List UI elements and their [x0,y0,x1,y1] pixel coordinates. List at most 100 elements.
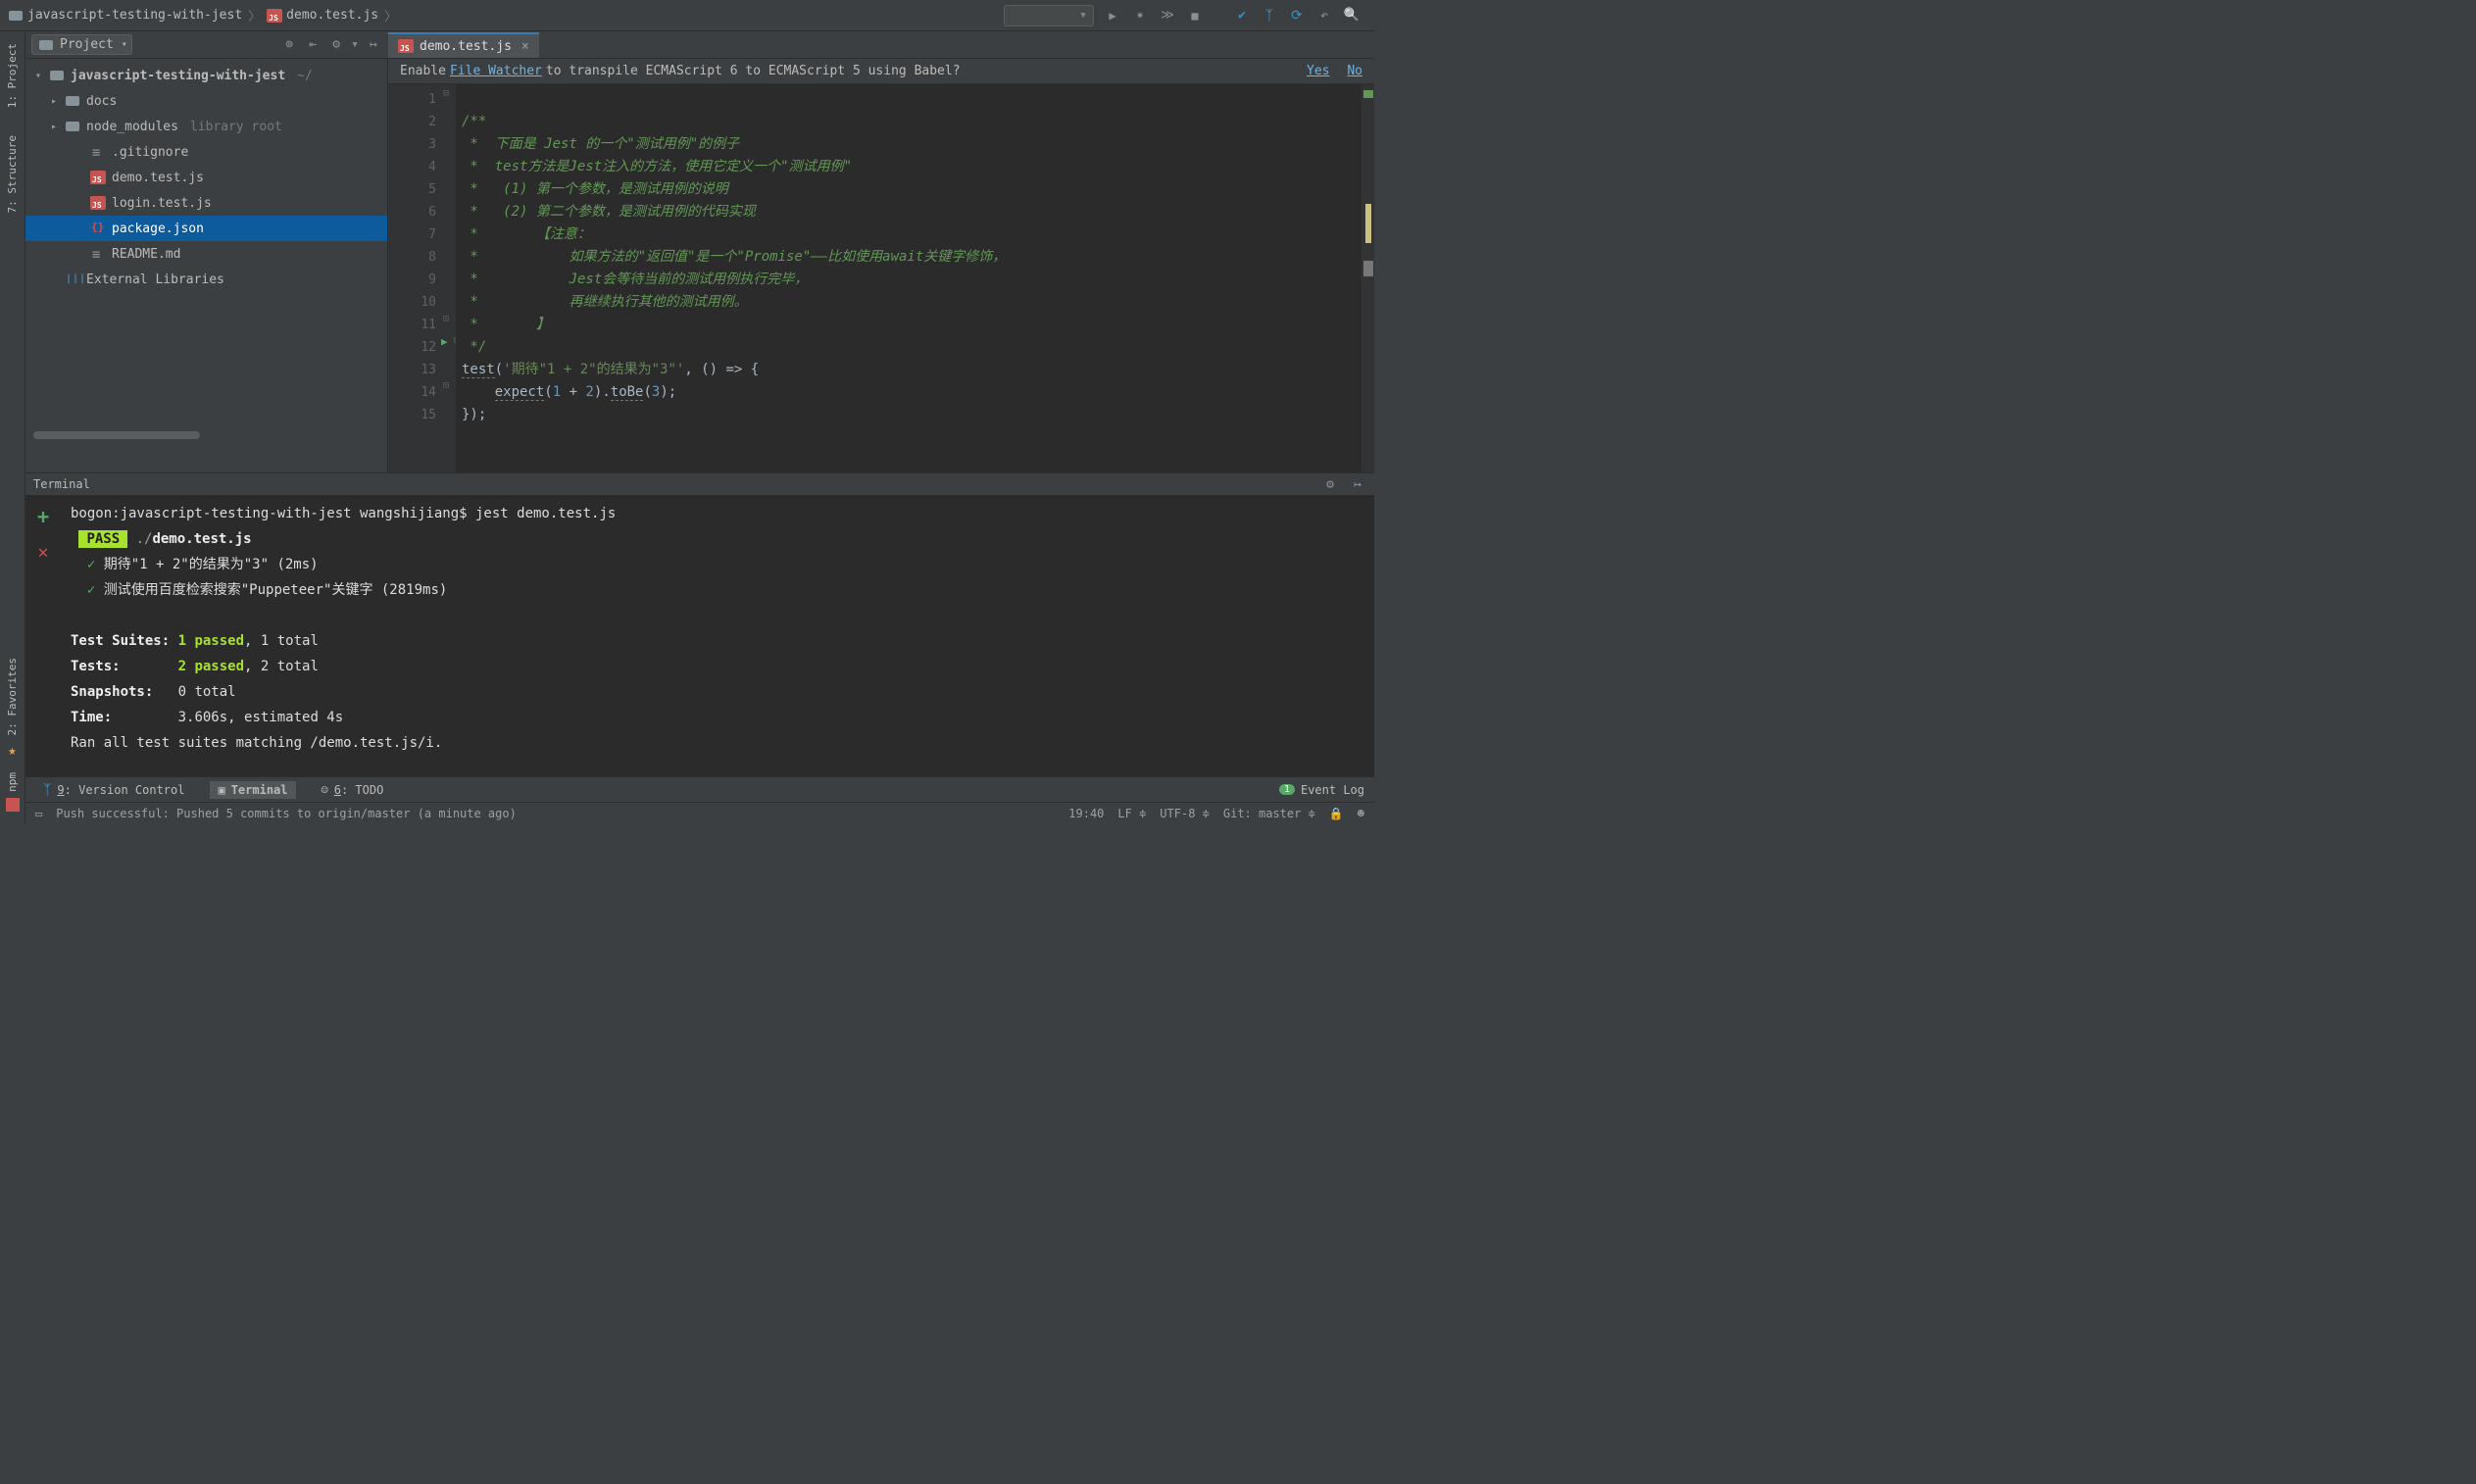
status-git-branch[interactable]: Git: master ≑ [1223,807,1315,820]
stop-icon[interactable] [1186,7,1204,25]
breadcrumb: javascript-testing-with-jest 〉 demo.test… [8,6,998,25]
snapshots-label: Snapshots: [71,684,153,700]
libraries-icon [65,272,80,286]
breadcrumb-file[interactable]: demo.test.js [267,8,378,23]
debug-icon[interactable] [1131,7,1149,25]
tree-label: demo.test.js [112,171,204,185]
top-toolbar: javascript-testing-with-jest 〉 demo.test… [0,0,1374,31]
tree-file-login-test[interactable]: login.test.js [25,190,387,216]
run-gutter-icon[interactable]: ▶ [441,335,448,348]
tree-label: package.json [112,222,204,236]
project-tree[interactable]: javascript-testing-with-jest ~/ docs nod… [25,59,388,472]
autoscroll-icon[interactable] [280,36,298,54]
tree-folder-docs[interactable]: docs [25,88,387,114]
expand-arrow-icon[interactable] [49,122,59,132]
breadcrumb-separator-end: 〉 [384,6,397,25]
run-icon[interactable] [1104,7,1121,25]
tree-folder-node-modules[interactable]: node_modules library root [25,114,387,139]
commit-icon[interactable] [1233,7,1251,25]
editor-error-stripe[interactable] [1361,84,1374,472]
tool-tab-favorites[interactable]: 2: Favorites [4,652,21,741]
tests-total: , 2 total [244,659,319,674]
js-file-icon [90,171,106,184]
tree-horizontal-scrollbar[interactable] [25,431,387,443]
expand-arrow-icon[interactable] [33,71,43,81]
file-watcher-banner: Enable File Watcher to transpile ECMAScr… [388,59,1374,84]
project-tool-header: Project ▾ [25,31,388,59]
check-icon: ✓ [87,557,95,572]
test-line: 测试使用百度检索搜索"Puppeteer"关键字 (2819ms) [104,582,448,598]
tree-file-gitignore[interactable]: .gitignore [25,139,387,165]
status-encoding[interactable]: UTF-8 ≑ [1160,807,1210,820]
breadcrumb-project[interactable]: javascript-testing-with-jest [8,8,242,23]
status-rect-icon[interactable]: ▭ [35,807,42,820]
tree-label: login.test.js [112,196,212,211]
code-line: */ [462,339,486,355]
code-token-number: 1 [553,384,561,400]
terminal-output[interactable]: bogon:javascript-testing-with-jest wangs… [61,495,1374,776]
tests-label: Tests: [71,659,121,674]
tree-external-libs[interactable]: External Libraries [25,267,387,292]
status-message: Push successful: Pushed 5 commits to ori… [56,807,517,820]
banner-no-link[interactable]: No [1347,64,1362,78]
tree-root[interactable]: javascript-testing-with-jest ~/ [25,63,387,88]
star-icon: ★ [8,743,16,759]
banner-text-pre: Enable [400,64,446,78]
collapse-all-icon[interactable] [304,36,322,54]
suites-total: , 1 total [244,633,319,649]
terminal-hide-icon[interactable] [1349,475,1366,493]
left-tool-strip: 1: Project 7: Structure 2: Favorites ★ n… [0,31,25,823]
tab-todo[interactable]: ☺ 6: TODO [314,781,392,799]
history-icon[interactable] [1288,7,1306,25]
fold-gutter[interactable]: ⊟ ⊡ ▶ ⊟ ⊡ [442,84,456,472]
settings-icon[interactable] [327,36,345,54]
revert-icon[interactable] [1315,7,1333,25]
lock-icon[interactable]: 🔒 [1329,807,1344,820]
banner-text-post: to transpile ECMAScript 6 to ECMAScript … [546,64,961,78]
tree-file-demo-test[interactable]: demo.test.js [25,165,387,190]
code-token: ). [594,384,611,400]
hide-tool-icon[interactable] [365,36,382,54]
code-editor[interactable]: /** * 下面是 Jest 的一个"测试用例"的例子 * test方法是Jes… [456,84,1361,472]
file-icon [90,145,106,159]
tests-passed: 2 passed [178,659,244,674]
editor-tab-bar: demo.test.js [388,31,1374,59]
todo-icon: ☺ [322,783,328,797]
banner-yes-link[interactable]: Yes [1307,64,1329,78]
folder-icon [38,38,54,52]
hektor-icon[interactable]: ☻ [1358,807,1364,820]
tree-file-readme[interactable]: README.md [25,241,387,267]
tree-file-package-json[interactable]: package.json [25,216,387,241]
js-file-icon [90,196,106,210]
tab-event-log[interactable]: Event Log [1301,783,1364,797]
js-file-icon [267,9,282,23]
code-line: * (2) 第二个参数，是测试用例的代码实现 [462,204,756,220]
tool-tab-project[interactable]: 1: Project [4,37,21,114]
expand-arrow-icon[interactable] [49,96,59,107]
coverage-icon[interactable] [1159,7,1176,25]
tool-tab-structure[interactable]: 7: Structure [4,129,21,219]
code-token: ( [495,362,503,377]
project-view-combo[interactable]: Project [31,34,132,55]
file-watcher-link[interactable]: File Watcher [450,64,542,78]
run-config-combo[interactable]: ▾ [1004,5,1094,26]
run-toolbar: ▾ [1004,5,1366,26]
tool-tab-npm[interactable]: npm [6,772,19,792]
stripe-marker [1363,261,1373,276]
line-number-gutter[interactable]: 123456789101112131415 [388,84,442,472]
close-session-icon[interactable]: ✕ [38,542,49,563]
breadcrumb-file-label: demo.test.js [286,8,378,23]
tab-version-control[interactable]: 9: 9: Version ControlVersion Control [35,780,192,800]
status-line-separator[interactable]: LF ≑ [1117,807,1146,820]
new-session-icon[interactable]: + [37,505,49,528]
update-project-icon[interactable] [1261,7,1278,25]
tree-root-label: javascript-testing-with-jest [71,69,285,83]
close-tab-icon[interactable] [518,39,529,54]
code-token: , () => { [684,362,759,377]
code-line: /** [462,114,486,129]
tab-terminal[interactable]: ▣ Terminal [210,781,295,799]
editor-tab-demo[interactable]: demo.test.js [388,32,539,58]
search-everywhere-icon[interactable] [1343,7,1361,25]
terminal-settings-icon[interactable] [1321,475,1339,493]
md-file-icon [90,247,106,261]
